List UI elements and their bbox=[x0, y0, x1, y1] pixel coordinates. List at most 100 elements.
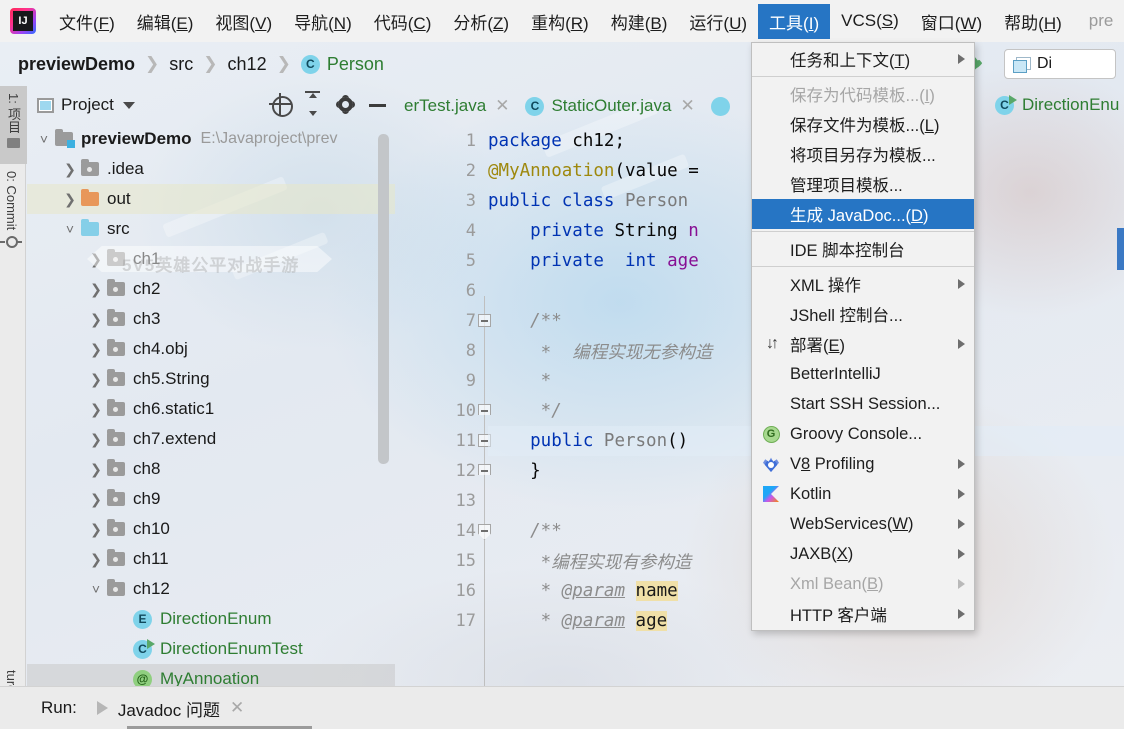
code-token: * bbox=[488, 371, 552, 391]
run-tab-label[interactable]: Javadoc 问题 bbox=[118, 696, 220, 721]
menu-item-start-ssh-session[interactable]: Start SSH Session... bbox=[752, 389, 974, 419]
chevron-down-icon[interactable]: ˅ bbox=[59, 221, 81, 237]
breadcrumb-package[interactable]: ch12 bbox=[228, 54, 267, 75]
menu-window[interactable]: 窗口(W) bbox=[910, 4, 993, 39]
project-scrollbar[interactable] bbox=[378, 134, 389, 464]
close-icon[interactable]: ✕ bbox=[495, 96, 509, 116]
sidebar-item-project[interactable]: 1: 项目 bbox=[0, 86, 27, 164]
tree-row[interactable]: ❯ ch9 bbox=[27, 484, 395, 514]
line-number: 11 bbox=[455, 431, 476, 451]
tree-row[interactable]: ❯ ch7.extend bbox=[27, 424, 395, 454]
menu-code[interactable]: 代码(C) bbox=[363, 4, 443, 39]
chevron-right-icon[interactable]: ❯ bbox=[85, 551, 107, 568]
tree-row[interactable]: ˅ src bbox=[27, 214, 395, 244]
menu-item-webservices-w[interactable]: WebServices(W) bbox=[752, 509, 974, 539]
tree-row[interactable]: @ MyAnnoation bbox=[27, 664, 395, 686]
chevron-right-icon[interactable]: ❯ bbox=[85, 311, 107, 328]
menu-item-部署-e[interactable]: ↓↑ 部署(E) bbox=[752, 329, 974, 359]
menu-item-betterintellij[interactable]: BetterIntelliJ bbox=[752, 359, 974, 389]
chevron-right-icon[interactable]: ❯ bbox=[85, 281, 107, 298]
sidebar-item-commit[interactable]: 0: Commit bbox=[0, 164, 23, 272]
minimize-icon[interactable] bbox=[363, 91, 391, 119]
chevron-right-icon[interactable]: ❯ bbox=[85, 461, 107, 478]
run-label: Run: bbox=[41, 698, 77, 717]
tree-row[interactable]: ˅ previewDemo E:\Javaproject\prev bbox=[27, 124, 395, 154]
play-icon[interactable] bbox=[96, 701, 108, 715]
menu-analyze[interactable]: 分析(Z) bbox=[442, 4, 520, 39]
locate-icon[interactable] bbox=[267, 91, 295, 119]
chevron-right-icon[interactable]: ❯ bbox=[85, 491, 107, 508]
editor-tab[interactable]: C StaticOuter.java ✕ bbox=[517, 86, 702, 126]
run-configuration-selector[interactable]: Di bbox=[1004, 49, 1116, 79]
chevron-right-icon[interactable]: ❯ bbox=[85, 251, 107, 268]
menu-item-label: HTTP 客户端 bbox=[790, 607, 887, 625]
tree-row[interactable]: ❯ out bbox=[27, 184, 395, 214]
tree-row[interactable]: ❯ ch10 bbox=[27, 514, 395, 544]
menu-build[interactable]: 构建(B) bbox=[600, 4, 679, 39]
editor-scrollbar-thumb[interactable] bbox=[1117, 228, 1124, 270]
tree-row[interactable]: ❯ .idea bbox=[27, 154, 395, 184]
menu-item-管理项目模板[interactable]: 管理项目模板... bbox=[752, 169, 974, 199]
chevron-right-icon[interactable]: ❯ bbox=[59, 161, 81, 178]
tree-node-label: ch10 bbox=[133, 519, 170, 538]
menu-item-将项目另存为模板[interactable]: 将项目另存为模板... bbox=[752, 139, 974, 169]
close-icon[interactable]: ✕ bbox=[680, 96, 694, 116]
menu-item-kotlin[interactable]: Kotlin bbox=[752, 479, 974, 509]
tree-row[interactable]: ❯ ch1 bbox=[27, 244, 395, 274]
menu-vcs[interactable]: VCS(S) bbox=[830, 6, 910, 36]
chevron-right-icon[interactable]: ❯ bbox=[85, 341, 107, 358]
bottom-left-corner bbox=[0, 686, 27, 729]
code-token: /** bbox=[488, 521, 562, 541]
menu-item-任务和上下文-t[interactable]: 任务和上下文(T) bbox=[752, 44, 974, 74]
editor-tab-partial[interactable] bbox=[703, 86, 745, 126]
tree-row[interactable]: ❯ ch2 bbox=[27, 274, 395, 304]
line-number: 5 bbox=[465, 251, 476, 271]
project-tree: ˅ previewDemo E:\Javaproject\prev ❯ .idea ❯ ou… bbox=[27, 124, 395, 686]
tree-row[interactable]: ❯ ch8 bbox=[27, 454, 395, 484]
breadcrumb-project[interactable]: previewDemo bbox=[18, 54, 135, 75]
breadcrumb-class[interactable]: Person bbox=[327, 54, 384, 75]
code-token: /** bbox=[488, 311, 562, 331]
menu-navigate[interactable]: 导航(N) bbox=[283, 4, 363, 39]
menu-item-jshell-控制台[interactable]: JShell 控制台... bbox=[752, 299, 974, 329]
menu-tools[interactable]: 工具(I) bbox=[758, 3, 831, 39]
collapse-all-icon[interactable] bbox=[299, 91, 327, 119]
right-editor-tab[interactable]: C DirectionEnu bbox=[995, 86, 1124, 124]
menu-item-http-客户端[interactable]: HTTP 客户端 bbox=[752, 599, 974, 629]
menu-file[interactable]: 文件(F) bbox=[48, 4, 126, 39]
chevron-right-icon[interactable]: ❯ bbox=[85, 401, 107, 418]
chevron-right-icon[interactable]: ❯ bbox=[85, 521, 107, 538]
chevron-right-icon[interactable]: ❯ bbox=[59, 191, 81, 208]
chevron-down-icon[interactable]: ˅ bbox=[33, 131, 55, 147]
menu-item-ide-脚本控制台[interactable]: IDE 脚本控制台 bbox=[752, 234, 974, 264]
menu-view[interactable]: 视图(V) bbox=[204, 4, 283, 39]
chevron-down-icon[interactable]: ˅ bbox=[85, 581, 107, 597]
menu-run[interactable]: 运行(U) bbox=[678, 4, 758, 39]
tree-row[interactable]: C DirectionEnumTest bbox=[27, 634, 395, 664]
gear-icon[interactable] bbox=[331, 91, 359, 119]
tree-row[interactable]: ❯ ch5.String bbox=[27, 364, 395, 394]
chevron-right-icon[interactable]: ❯ bbox=[85, 431, 107, 448]
submenu-arrow-icon bbox=[958, 459, 965, 469]
menu-item-jaxb-x[interactable]: JAXB(X) bbox=[752, 539, 974, 569]
tree-row[interactable]: ❯ ch4.obj bbox=[27, 334, 395, 364]
tree-row[interactable]: ❯ ch3 bbox=[27, 304, 395, 334]
chevron-right-icon[interactable]: ❯ bbox=[85, 371, 107, 388]
tree-row[interactable]: ❯ ch11 bbox=[27, 544, 395, 574]
menu-item-保存文件为模板-l[interactable]: 保存文件为模板...(L) bbox=[752, 109, 974, 139]
menu-item-v8-profiling[interactable]: V8 Profiling bbox=[752, 449, 974, 479]
menu-edit[interactable]: 编辑(E) bbox=[126, 4, 205, 39]
close-icon[interactable]: ✕ bbox=[230, 698, 244, 718]
tree-node-label: out bbox=[107, 189, 131, 208]
chevron-down-icon[interactable] bbox=[122, 101, 135, 109]
menu-item-生成-javadoc-d[interactable]: 生成 JavaDoc...(D) bbox=[752, 199, 974, 229]
menu-help[interactable]: 帮助(H) bbox=[993, 4, 1073, 39]
menu-item-groovy-console[interactable]: G Groovy Console... bbox=[752, 419, 974, 449]
tree-row[interactable]: ❯ ch6.static1 bbox=[27, 394, 395, 424]
editor-tab[interactable]: erTest.java ✕ bbox=[396, 86, 517, 126]
menu-refactor[interactable]: 重构(R) bbox=[520, 4, 600, 39]
menu-item-xml-操作[interactable]: XML 操作 bbox=[752, 269, 974, 299]
breadcrumb-src[interactable]: src bbox=[169, 54, 193, 75]
tree-row[interactable]: E DirectionEnum bbox=[27, 604, 395, 634]
tree-row[interactable]: ˅ ch12 bbox=[27, 574, 395, 604]
